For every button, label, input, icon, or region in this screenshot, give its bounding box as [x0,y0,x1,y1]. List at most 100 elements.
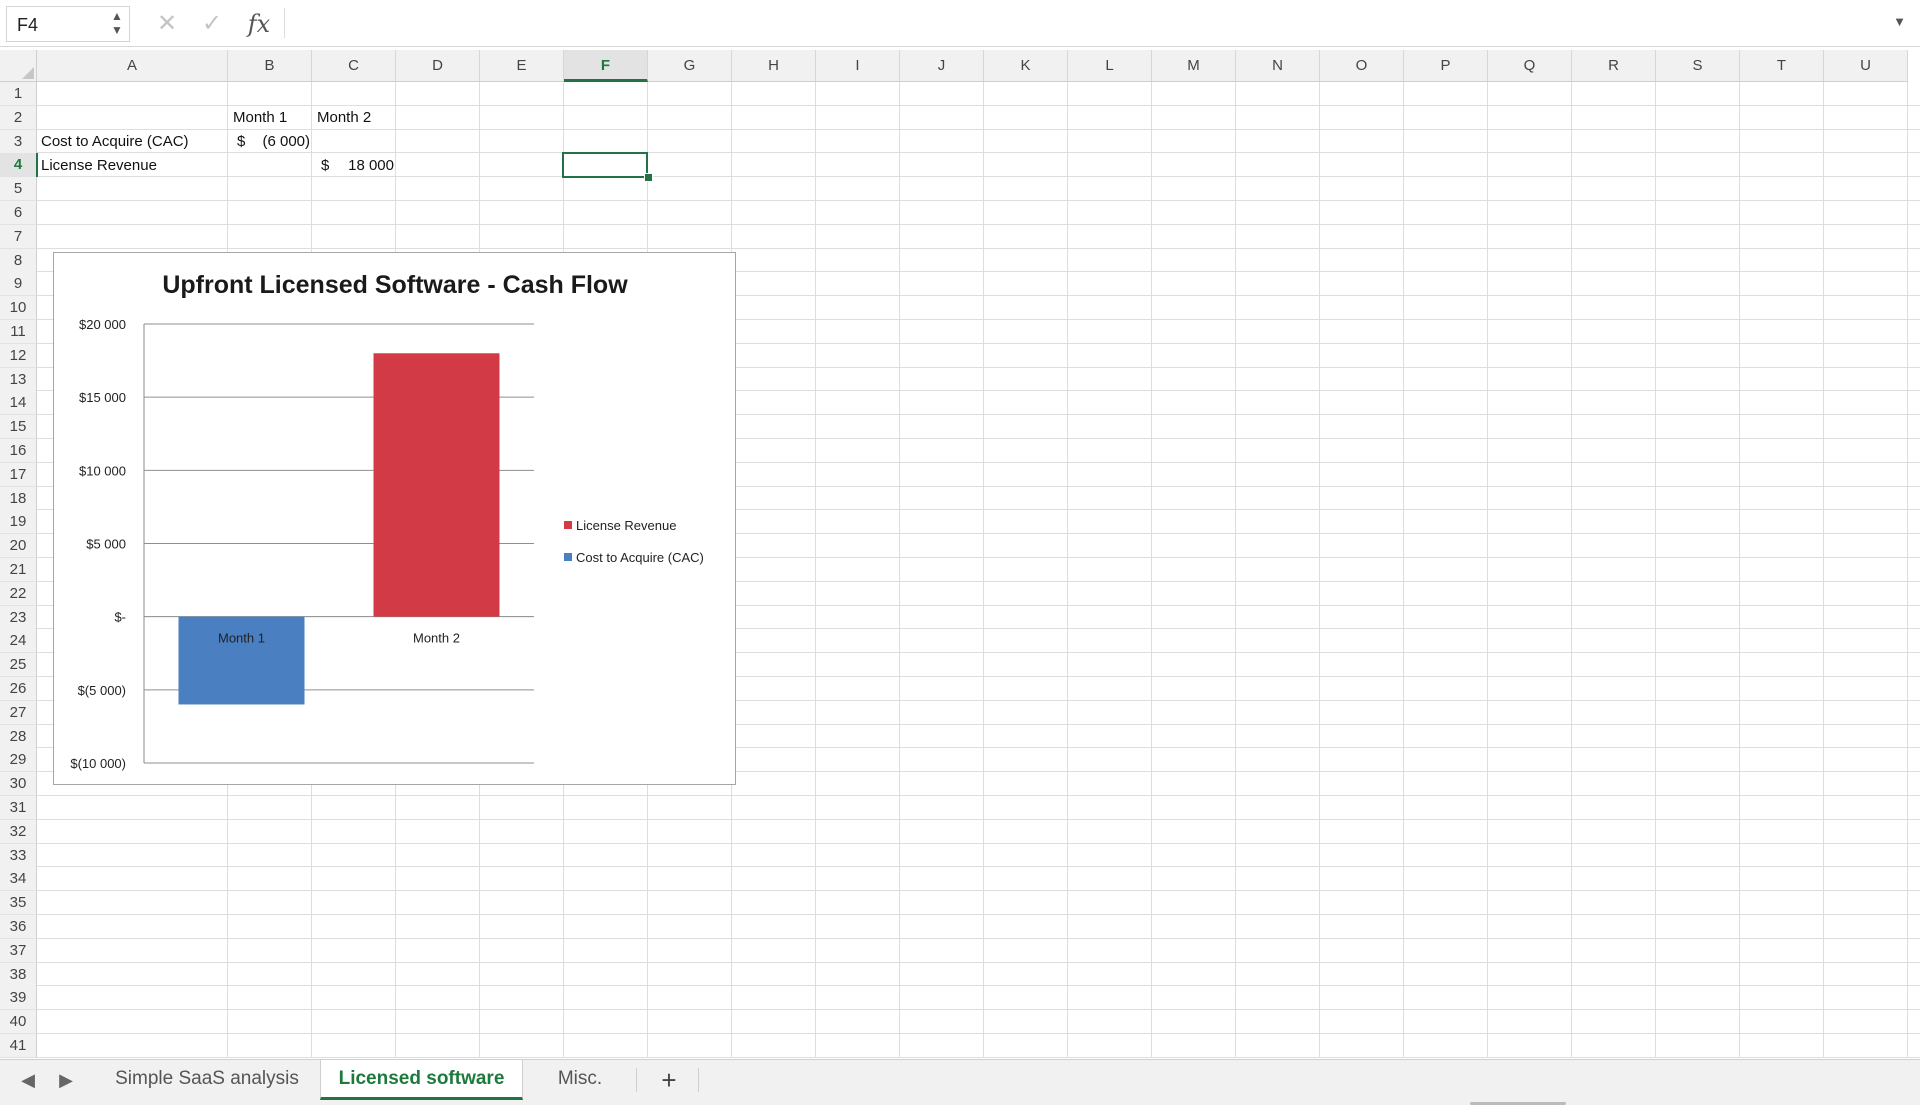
name-box-stepper-icon[interactable]: ▲ ▼ [109,9,125,39]
insert-function-icon[interactable]: fx [242,6,276,42]
row-header-17[interactable]: 17 [0,462,37,487]
column-header-P[interactable]: P [1404,50,1488,82]
select-all-corner[interactable] [0,50,37,82]
row-gridline [37,890,1920,892]
row-header-24[interactable]: 24 [0,629,37,654]
add-sheet-icon[interactable]: + [654,1062,684,1098]
row-header-34[interactable]: 34 [0,867,37,892]
row-header-12[interactable]: 12 [0,343,37,368]
row-header-20[interactable]: 20 [0,534,37,559]
column-header-N[interactable]: N [1236,50,1320,82]
column-header-H[interactable]: H [732,50,816,82]
y-tick-label: $(5 000) [78,683,126,698]
row-header-29[interactable]: 29 [0,748,37,773]
expand-formula-bar-icon[interactable]: ▼ [1893,14,1906,29]
row-header-38[interactable]: 38 [0,962,37,987]
column-header-M[interactable]: M [1152,50,1236,82]
column-header-K[interactable]: K [984,50,1068,82]
active-cell-F4[interactable] [562,152,648,179]
column-header-C[interactable]: C [312,50,396,82]
row-header-10[interactable]: 10 [0,296,37,321]
row-header-39[interactable]: 39 [0,986,37,1011]
row-gridline [37,1033,1920,1034]
row-header-35[interactable]: 35 [0,891,37,916]
sheet-tab-bar: ◀ ▶ Simple SaaS analysis Licensed softwa… [0,1059,1920,1105]
column-header-D[interactable]: D [396,50,480,82]
cancel-icon[interactable]: ✕ [150,6,184,42]
row-header-27[interactable]: 27 [0,700,37,725]
column-header-G[interactable]: G [648,50,732,82]
column-header-A[interactable]: A [37,50,228,82]
row-header-13[interactable]: 13 [0,367,37,392]
column-gridline [1655,82,1656,1058]
row-header-1[interactable]: 1 [0,82,37,106]
column-header-O[interactable]: O [1320,50,1404,82]
row-header-18[interactable]: 18 [0,486,37,511]
legend-swatch [564,521,572,529]
tab-simple-saas-analysis[interactable]: Simple SaaS analysis [98,1060,316,1100]
column-gridline [1571,82,1572,1058]
row-header-36[interactable]: 36 [0,915,37,939]
row-header-5[interactable]: 5 [0,177,37,202]
cell-C4-value: 18 000 [348,157,394,174]
column-header-L[interactable]: L [1068,50,1152,82]
tab-divider [698,1068,699,1092]
row-gridline [37,247,1920,249]
cell-A3[interactable]: Cost to Acquire (CAC) [40,130,230,154]
column-header-J[interactable]: J [900,50,984,82]
formula-bar: F4 ▲ ▼ ✕ ✓ fx ▼ [0,0,1920,47]
column-header-E[interactable]: E [480,50,564,82]
row-header-19[interactable]: 19 [0,510,37,535]
row-header-31[interactable]: 31 [0,796,37,820]
column-header-B[interactable]: B [228,50,312,82]
row-header-25[interactable]: 25 [0,653,37,678]
row-header-16[interactable]: 16 [0,439,37,463]
cell-C4[interactable]: $ 18 000 [315,154,398,178]
cell-C4-currency: $ [321,157,330,174]
row-header-3[interactable]: 3 [0,129,37,154]
row-header-41[interactable]: 41 [0,1034,37,1058]
column-header-F[interactable]: F [564,50,648,82]
cell-B3[interactable]: $ (6 000) [231,130,314,154]
enter-icon[interactable]: ✓ [195,6,229,42]
row-header-7[interactable]: 7 [0,224,37,249]
row-header-8[interactable]: 8 [0,248,37,273]
row-header-30[interactable]: 30 [0,772,37,797]
column-header-T[interactable]: T [1740,50,1824,82]
row-header-28[interactable]: 28 [0,724,37,749]
column-header-U[interactable]: U [1824,50,1908,82]
row-header-22[interactable]: 22 [0,581,37,606]
row-header-14[interactable]: 14 [0,391,37,416]
tab-misc[interactable]: Misc. [527,1060,633,1100]
row-header-26[interactable]: 26 [0,677,37,701]
row-header-11[interactable]: 11 [0,320,37,344]
row-header-2[interactable]: 2 [0,105,37,130]
row-header-33[interactable]: 33 [0,843,37,868]
y-tick-label: $15 000 [79,390,126,405]
cell-B2[interactable]: Month 1 [231,106,314,130]
row-gridline [37,1056,1920,1058]
row-header-23[interactable]: 23 [0,605,37,630]
row-header-40[interactable]: 40 [0,1010,37,1035]
cell-A4[interactable]: License Revenue [40,154,230,178]
row-header-6[interactable]: 6 [0,201,37,225]
fill-handle[interactable] [644,173,653,183]
row-header-9[interactable]: 9 [0,272,37,297]
cell-C2[interactable]: Month 2 [315,106,398,130]
column-header-R[interactable]: R [1572,50,1656,82]
row-header-15[interactable]: 15 [0,415,37,440]
previous-sheet-icon[interactable]: ◀ [16,1070,40,1091]
column-header-S[interactable]: S [1656,50,1740,82]
cash-flow-chart[interactable]: Upfront Licensed Software - Cash Flow $20… [53,252,736,785]
row-header-37[interactable]: 37 [0,938,37,963]
next-sheet-icon[interactable]: ▶ [54,1070,78,1091]
row-header-4[interactable]: 4 [0,153,37,178]
column-header-Q[interactable]: Q [1488,50,1572,82]
tab-licensed-software[interactable]: Licensed software [320,1060,523,1100]
row-gridline [37,795,1920,796]
row-header-32[interactable]: 32 [0,819,37,844]
row-header-21[interactable]: 21 [0,558,37,582]
column-header-I[interactable]: I [816,50,900,82]
name-box[interactable]: F4 ▲ ▼ [6,6,130,42]
formula-input[interactable] [290,6,1884,44]
